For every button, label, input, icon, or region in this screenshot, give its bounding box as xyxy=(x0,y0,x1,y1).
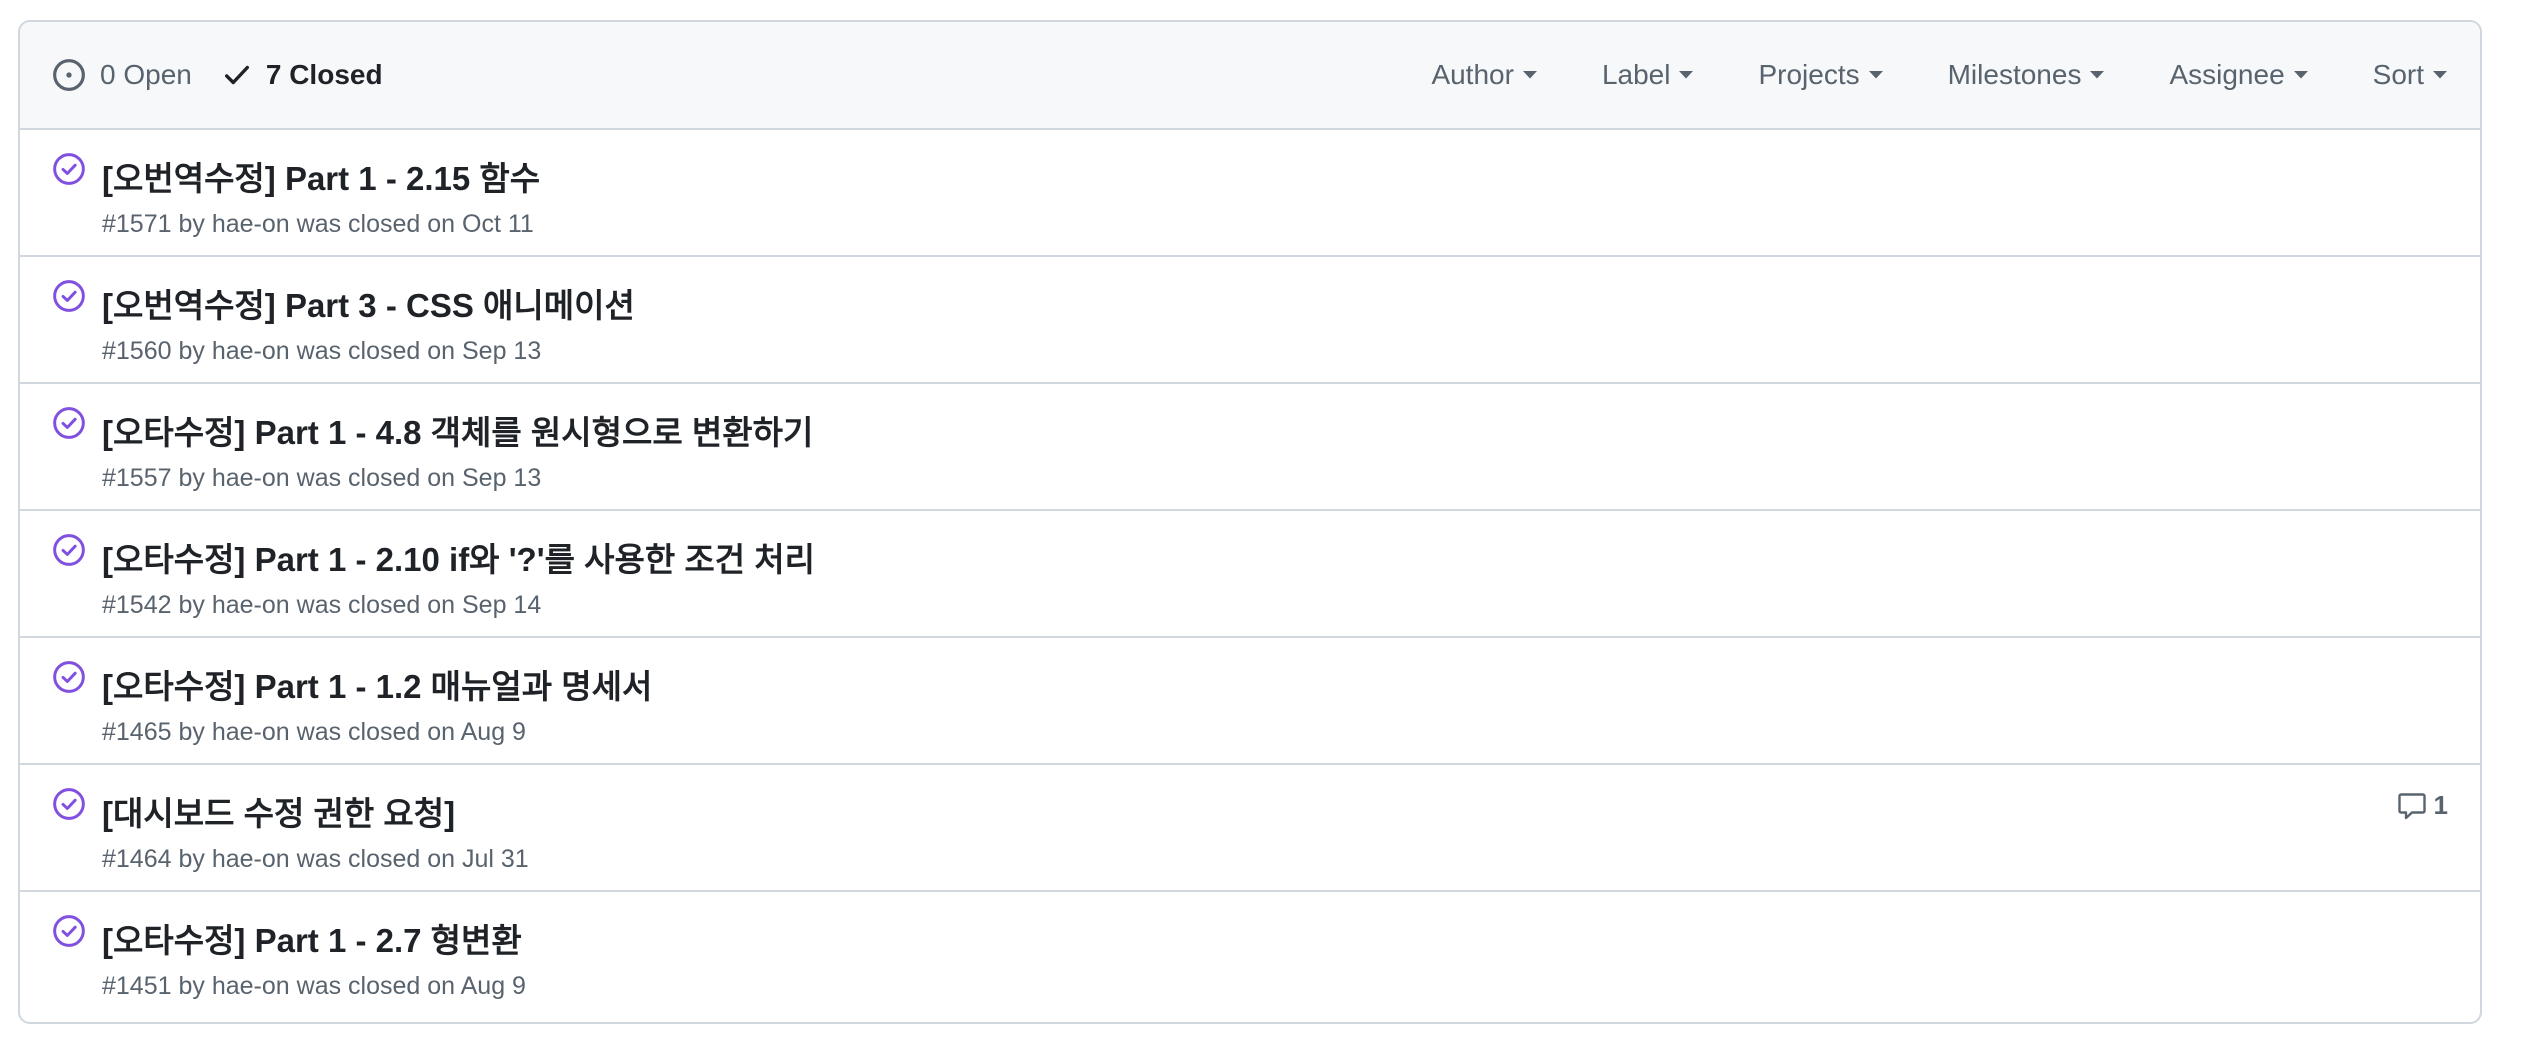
issue-closed-date: was closed on Sep 13 xyxy=(289,464,542,492)
sort-filter-label: Sort xyxy=(2372,59,2424,90)
issue-closed-icon xyxy=(52,787,86,821)
issue-closed-date: was closed on Aug 9 xyxy=(289,972,526,1000)
open-issues-link[interactable]: 0 Open xyxy=(52,58,192,92)
issue-closed-icon xyxy=(52,660,86,694)
issue-meta: #1451 by hae-on was closed on Aug 9 xyxy=(102,972,526,1001)
issue-title-link[interactable]: [오타수정] Part 1 - 4.8 객체를 원시형으로 변환하기 xyxy=(102,406,813,454)
issue-author-link[interactable]: hae-on xyxy=(212,718,290,746)
issues-list: [오번역수정] Part 1 - 2.15 함수 #1571 by hae-on… xyxy=(20,130,2480,1019)
issue-title-link[interactable]: [오타수정] Part 1 - 2.10 if와 '?'를 사용한 조건 처리 xyxy=(102,533,815,581)
label-filter[interactable]: Label xyxy=(1602,59,1695,91)
issue-number: #1571 by xyxy=(102,210,212,238)
issue-title-link[interactable]: [대시보드 수정 권한 요청] xyxy=(102,787,455,835)
issue-number: #1542 by xyxy=(102,591,212,619)
issue-author-link[interactable]: hae-on xyxy=(212,591,290,619)
issue-opened-icon xyxy=(52,58,86,92)
issue-title-link[interactable]: [오타수정] Part 1 - 2.7 형변환 xyxy=(102,914,522,962)
issue-closed-date: was closed on Oct 11 xyxy=(289,210,534,238)
issue-author-link[interactable]: hae-on xyxy=(212,464,290,492)
milestones-filter[interactable]: Milestones xyxy=(1948,59,2106,91)
issue-meta: #1542 by hae-on was closed on Sep 14 xyxy=(102,591,541,620)
issue-author-link[interactable]: hae-on xyxy=(212,210,290,238)
assignee-filter[interactable]: Assignee xyxy=(2169,59,2308,91)
issue-number: #1451 by xyxy=(102,972,212,1000)
issue-row: [대시보드 수정 권한 요청] #1464 by hae-on was clos… xyxy=(20,765,2480,892)
issue-number: #1465 by xyxy=(102,718,212,746)
issues-list-header: 0 Open 7 Closed Author Label Projects Mi… xyxy=(20,22,2480,130)
issue-closed-icon xyxy=(52,279,86,313)
check-icon xyxy=(222,60,252,90)
issue-meta: #1465 by hae-on was closed on Aug 9 xyxy=(102,718,526,747)
assignee-filter-label: Assignee xyxy=(2169,59,2285,90)
triangle-down-icon xyxy=(2293,70,2309,80)
issue-closed-date: was closed on Sep 13 xyxy=(289,337,542,365)
comment-count: 1 xyxy=(2433,789,2448,820)
triangle-down-icon xyxy=(2432,70,2448,80)
issue-row: [오번역수정] Part 1 - 2.15 함수 #1571 by hae-on… xyxy=(20,130,2480,257)
issue-author-link[interactable]: hae-on xyxy=(212,337,290,365)
milestones-filter-label: Milestones xyxy=(1947,59,2082,90)
issue-title-link[interactable]: [오타수정] Part 1 - 1.2 매뉴얼과 명세서 xyxy=(102,660,652,708)
issue-closed-icon xyxy=(52,914,86,948)
issues-list-box: 0 Open 7 Closed Author Label Projects Mi… xyxy=(18,20,2482,1024)
issue-number: #1557 by xyxy=(102,464,212,492)
issue-row: [오타수정] Part 1 - 1.2 매뉴얼과 명세서 #1465 by ha… xyxy=(20,638,2480,765)
issue-closed-icon xyxy=(52,533,86,567)
issue-meta: #1557 by hae-on was closed on Sep 13 xyxy=(102,464,541,493)
projects-filter-label: Projects xyxy=(1758,59,1860,90)
issue-closed-icon xyxy=(52,406,86,440)
issue-row: [오타수정] Part 1 - 2.7 형변환 #1451 by hae-on … xyxy=(20,892,2480,1019)
issue-title-link[interactable]: [오번역수정] Part 1 - 2.15 함수 xyxy=(102,152,540,200)
issue-closed-date: was closed on Aug 9 xyxy=(289,718,526,746)
issue-title-link[interactable]: [오번역수정] Part 3 - CSS 애니메이션 xyxy=(102,279,635,327)
issue-number: #1464 by xyxy=(102,845,212,873)
comment-icon xyxy=(2396,789,2428,821)
issue-author-link[interactable]: hae-on xyxy=(212,845,290,873)
issue-row: [오번역수정] Part 3 - CSS 애니메이션 #1560 by hae-… xyxy=(20,257,2480,384)
state-toggle: 0 Open 7 Closed xyxy=(52,58,383,92)
closed-issues-link[interactable]: 7 Closed xyxy=(222,59,383,91)
triangle-down-icon xyxy=(1678,70,1694,80)
issue-number: #1560 by xyxy=(102,337,212,365)
triangle-down-icon xyxy=(1868,70,1884,80)
issue-closed-icon xyxy=(52,152,86,186)
issue-row: [오타수정] Part 1 - 2.10 if와 '?'를 사용한 조건 처리 … xyxy=(20,511,2480,638)
issue-meta: #1571 by hae-on was closed on Oct 11 xyxy=(102,210,534,239)
label-filter-label: Label xyxy=(1601,59,1671,90)
projects-filter[interactable]: Projects xyxy=(1758,59,1883,91)
author-filter[interactable]: Author xyxy=(1431,59,1538,91)
filter-bar: Author Label Projects Milestones Assigne… xyxy=(1431,59,2448,91)
issue-author-link[interactable]: hae-on xyxy=(212,972,290,1000)
triangle-down-icon xyxy=(2089,70,2105,80)
author-filter-label: Author xyxy=(1431,59,1514,90)
open-count-label: 0 Open xyxy=(100,59,192,90)
issue-closed-date: was closed on Jul 31 xyxy=(289,845,529,873)
issue-meta: #1464 by hae-on was closed on Jul 31 xyxy=(102,845,529,874)
triangle-down-icon xyxy=(1522,70,1538,80)
issue-meta: #1560 by hae-on was closed on Sep 13 xyxy=(102,337,541,366)
issue-closed-date: was closed on Sep 14 xyxy=(289,591,542,619)
closed-count-label: 7 Closed xyxy=(265,59,383,90)
sort-filter[interactable]: Sort xyxy=(2373,59,2448,91)
comments-link[interactable]: 1 xyxy=(2396,789,2448,821)
issue-row: [오타수정] Part 1 - 4.8 객체를 원시형으로 변환하기 #1557… xyxy=(20,384,2480,511)
